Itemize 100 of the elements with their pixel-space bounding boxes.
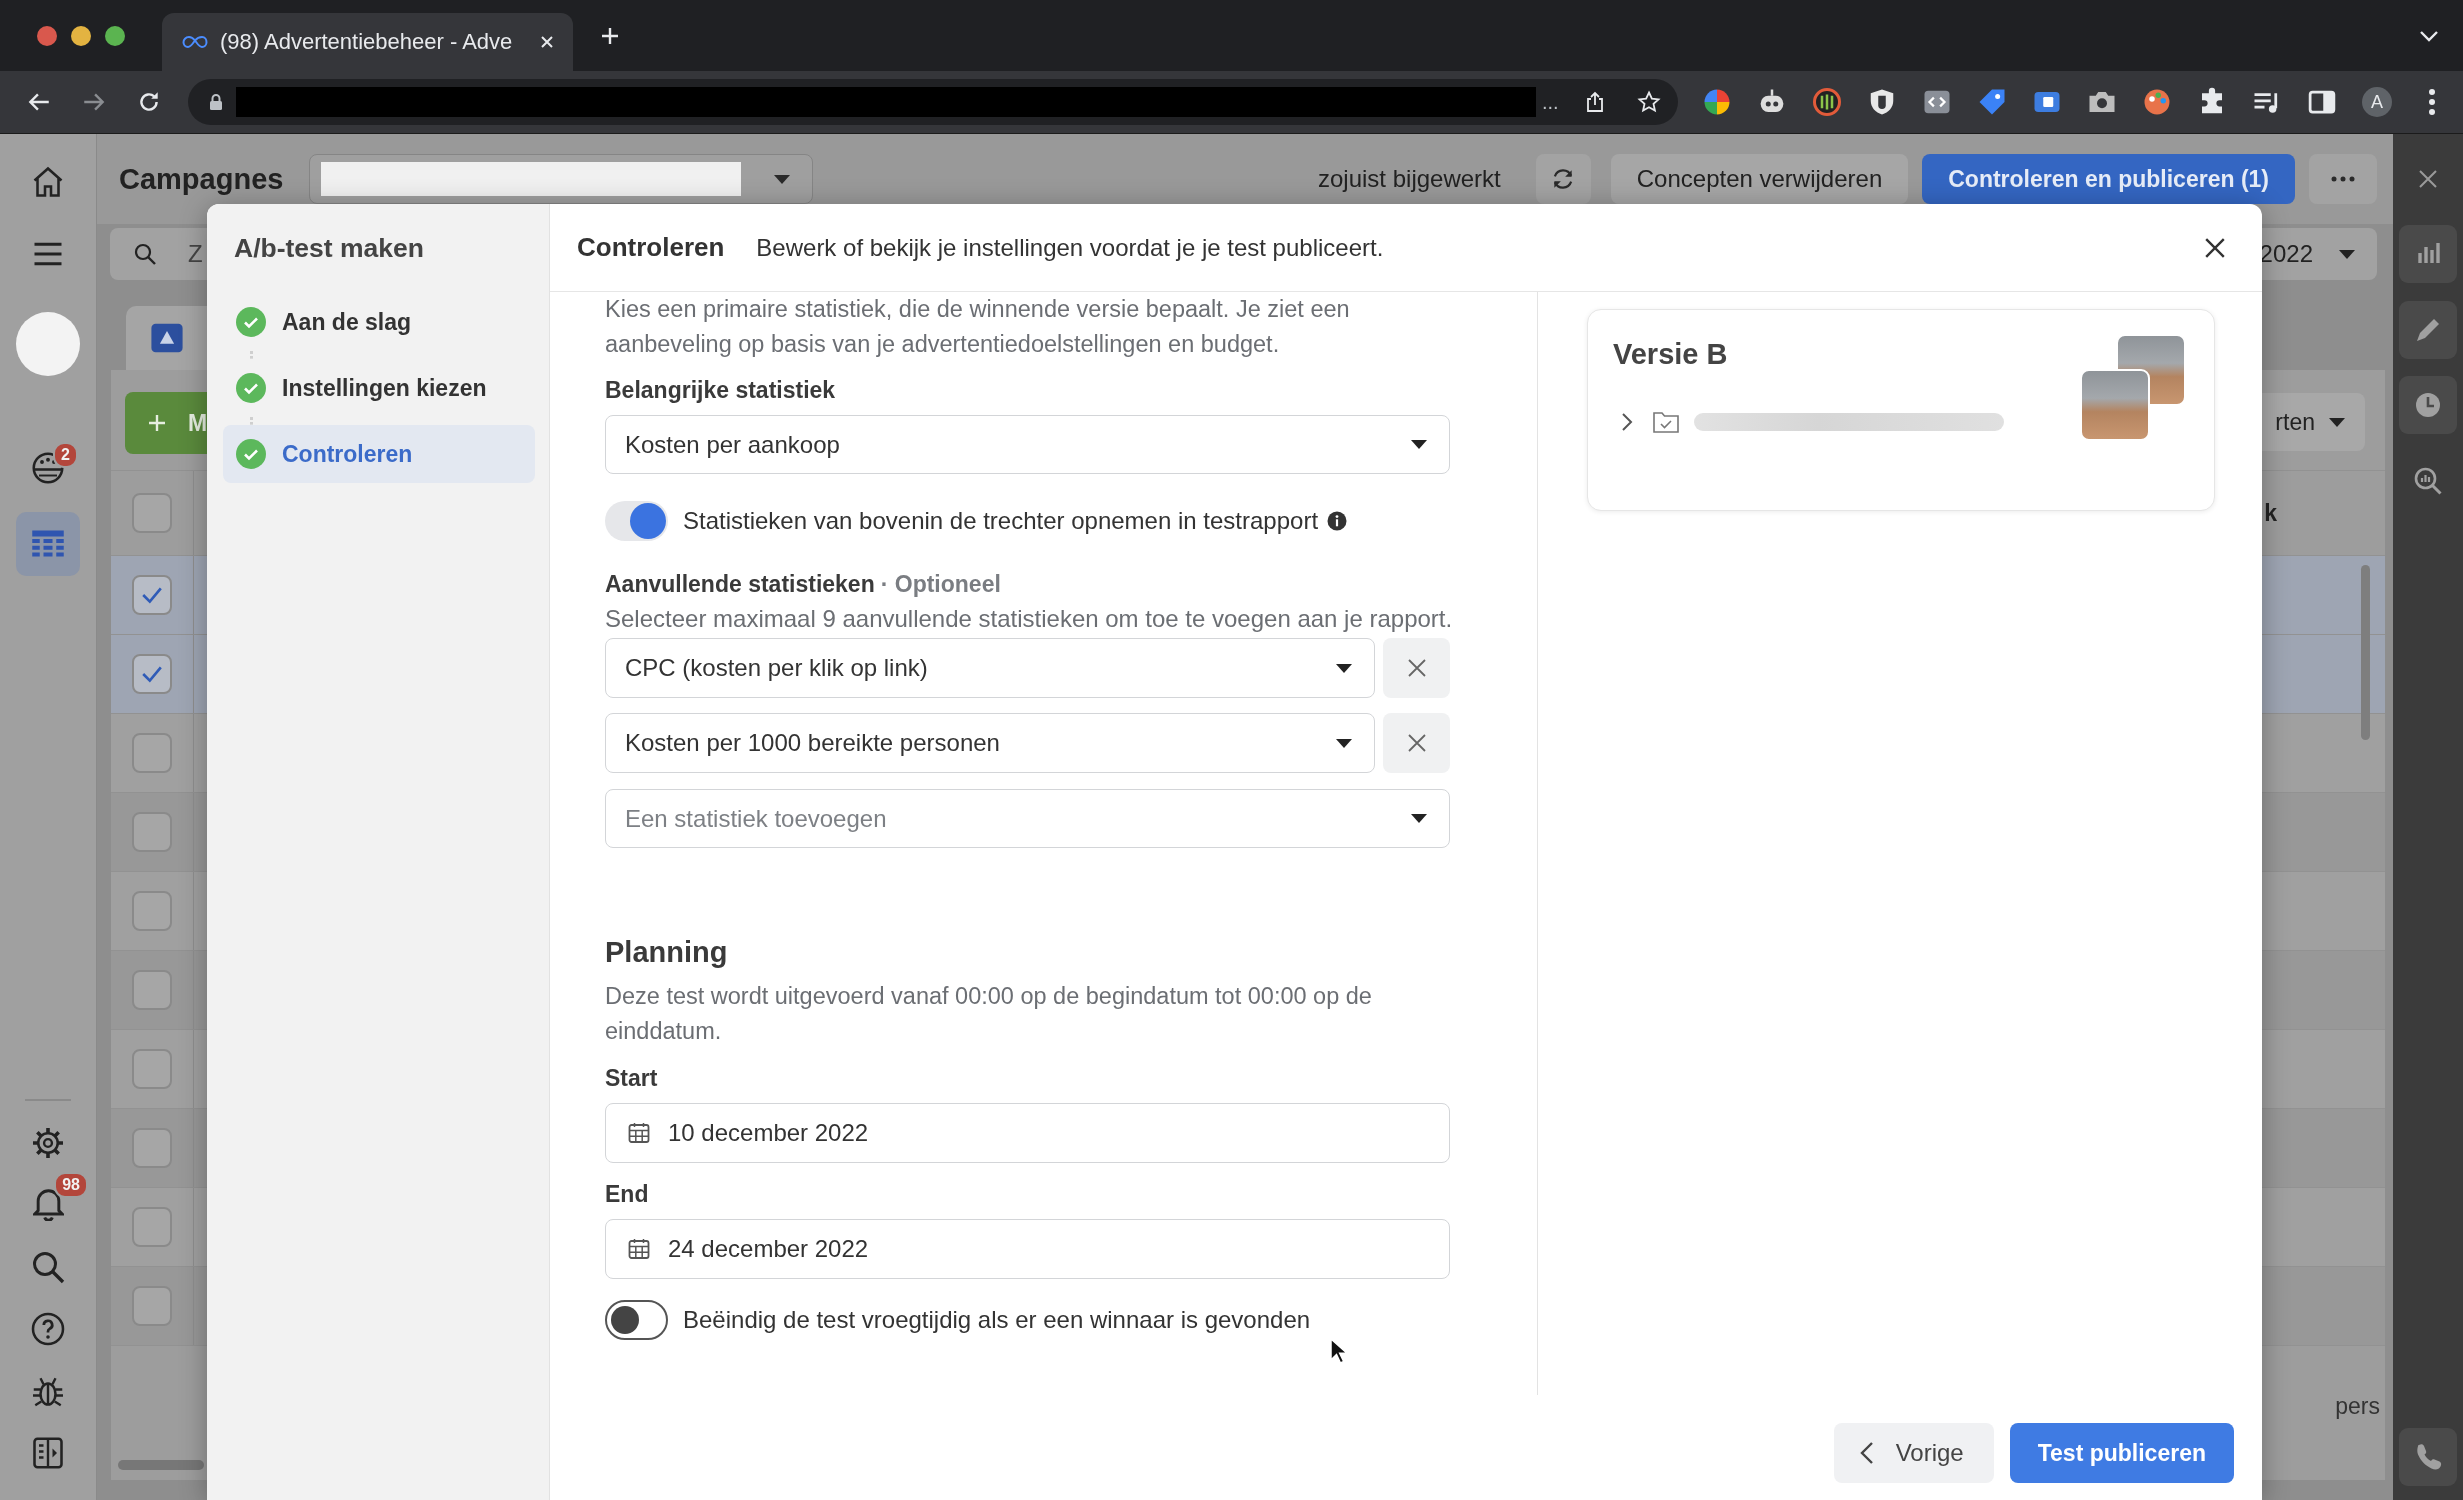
- step-connector: [250, 351, 253, 359]
- metric-select[interactable]: Kosten per 1000 bereikte personen: [605, 713, 1375, 773]
- add-metric-select[interactable]: Een statistiek toevoegen: [605, 789, 1450, 848]
- calendar-icon: [627, 1237, 651, 1261]
- tag-icon[interactable]: [1977, 87, 2007, 117]
- row-checkbox[interactable]: [132, 1207, 172, 1247]
- close-icon: [1406, 733, 1427, 753]
- checkmark-icon: [141, 665, 163, 683]
- caret-down-icon: [1411, 440, 1427, 449]
- url-ellipsis: ...: [1542, 90, 1559, 114]
- start-date-field[interactable]: 10 december 2022: [605, 1103, 1450, 1163]
- back-button[interactable]: Vorige: [1833, 1423, 1994, 1483]
- caret-down-icon: [2329, 417, 2345, 427]
- chevron-down-icon[interactable]: [2419, 29, 2439, 42]
- dialog-sidebar-title: A/b-test maken: [233, 231, 425, 265]
- version-title: Versie B: [1613, 337, 1728, 372]
- metric-select[interactable]: CPC (kosten per klik op link): [605, 638, 1375, 698]
- star-icon[interactable]: [1637, 90, 1661, 114]
- bell-icon[interactable]: [32, 1189, 64, 1221]
- horizontal-scrollbar-thumb[interactable]: [118, 1460, 204, 1470]
- new-tab-icon[interactable]: [600, 25, 620, 46]
- clock-icon[interactable]: [2399, 376, 2457, 434]
- field-label: Aanvullende statistieken: [605, 571, 875, 597]
- step-item[interactable]: Controleren: [223, 425, 535, 483]
- info-icon[interactable]: [1327, 511, 1348, 531]
- dialog-title: Controleren: [577, 232, 725, 263]
- intro-text: Kies een primaire statistiek, die de winnende versie bepaalt. Je ziet een aanbeveling op basis van je advertentiedoelstellingen en budget.: [605, 295, 1351, 359]
- chevron-left-icon: [1859, 1441, 1874, 1465]
- checkmark-icon: [141, 586, 163, 604]
- profile-avatar[interactable]: A: [2362, 87, 2392, 117]
- calendar-icon: [627, 1121, 651, 1145]
- phone-icon[interactable]: [2399, 1428, 2457, 1486]
- search-chart-icon[interactable]: [2413, 466, 2443, 496]
- window-close-button[interactable]: [37, 25, 57, 46]
- row-checkbox[interactable]: [132, 891, 172, 931]
- color-wheel-icon[interactable]: [1702, 87, 1732, 117]
- row-checkbox[interactable]: [132, 1286, 172, 1326]
- campaigns-tab[interactable]: [126, 306, 208, 370]
- discard-drafts-button[interactable]: Concepten verwijderen: [1610, 154, 1909, 204]
- refresh-button[interactable]: [1535, 154, 1591, 204]
- lock-icon: [209, 93, 223, 111]
- row-checkbox[interactable]: [132, 733, 172, 773]
- vertical-scrollbar-thumb[interactable]: [2361, 565, 2370, 740]
- window-zoom-button[interactable]: [105, 25, 125, 46]
- update-status-text: zojuist bijgewerkt: [1318, 165, 1501, 193]
- search-icon: [133, 242, 157, 266]
- window-minimize-button[interactable]: [71, 25, 91, 46]
- campaign-dropdown[interactable]: [309, 154, 814, 204]
- palette-icon[interactable]: [2142, 87, 2172, 117]
- folder-check-icon: [1652, 410, 1680, 434]
- bar-chart-icon[interactable]: [2399, 225, 2457, 283]
- pencil-icon[interactable]: [2399, 301, 2457, 359]
- more-dots-icon: [2331, 176, 2355, 182]
- plus-icon: [148, 414, 166, 432]
- browser-tab[interactable]: (98) Advertentiebeheer - Adve: [162, 13, 573, 71]
- close-tab-icon[interactable]: [539, 34, 555, 50]
- field-label: End: [605, 1180, 650, 1209]
- row-checkbox[interactable]: [132, 575, 172, 615]
- remove-button[interactable]: [1383, 638, 1450, 698]
- column-heading[interactable]: k: [2264, 499, 2277, 527]
- section-heading: Planning: [605, 935, 729, 970]
- address-bar[interactable]: ...: [188, 79, 1678, 125]
- infinity-logo-icon: [182, 35, 208, 49]
- toggle-switch[interactable]: [605, 501, 668, 541]
- row-checkbox[interactable]: [132, 970, 172, 1010]
- chevron-right-icon[interactable]: [1621, 412, 1633, 432]
- table-icon[interactable]: [16, 512, 80, 576]
- row-checkbox[interactable]: [132, 1049, 172, 1089]
- caret-down-icon: [1336, 663, 1352, 673]
- row-checkbox[interactable]: [132, 654, 172, 694]
- toggle-label: Beëindig de test vroegtijdig als er een winnaar is gevonden: [683, 1306, 1311, 1334]
- caret-down-icon: [2339, 249, 2355, 259]
- page-title: Campagnes: [119, 162, 284, 196]
- planning-description: Deze test wordt uitgevoerd vanaf 00:00 op de begindatum tot 00:00 op de einddatum.: [605, 982, 1373, 1046]
- step-item[interactable]: Instellingen kiezen: [223, 359, 535, 417]
- notification-badge: 98: [54, 1172, 88, 1198]
- publish-test-button[interactable]: Test publiceren: [2009, 1423, 2234, 1483]
- row-checkbox[interactable]: [132, 812, 172, 852]
- toggle-label: Statistieken van bovenin de trechter opnemen in testrapport: [683, 507, 1319, 535]
- toggle-switch[interactable]: [605, 1300, 668, 1340]
- hint-text: Selecteer maximaal 9 aanvullende statistieken om toe te voegen aan je rapport.: [605, 604, 1450, 634]
- key-metric-select[interactable]: Kosten per aankoop: [605, 415, 1450, 474]
- close-icon[interactable]: [2204, 236, 2226, 259]
- step-item[interactable]: Aan de slag: [223, 293, 535, 351]
- more-menu-icon[interactable]: [2427, 87, 2437, 117]
- remove-button[interactable]: [1383, 713, 1450, 773]
- row-checkbox[interactable]: [132, 1128, 172, 1168]
- end-date-field[interactable]: 24 december 2022: [605, 1219, 1450, 1279]
- optional-label: · Optioneel: [880, 571, 1001, 597]
- campaign-folder-icon: [150, 321, 184, 355]
- select-all-checkbox[interactable]: [132, 493, 172, 533]
- settings-icon[interactable]: [30, 1125, 66, 1161]
- columns-button[interactable]: rten: [2262, 393, 2365, 451]
- side-panel-icon[interactable]: [30, 1435, 66, 1471]
- publish-button[interactable]: Controleren en publiceren (1): [1922, 154, 2295, 204]
- caret-down-icon: [774, 174, 791, 184]
- search-icon[interactable]: [30, 1249, 66, 1285]
- striped-circle-icon[interactable]: [1812, 87, 1842, 117]
- close-icon: [1406, 658, 1427, 678]
- help-icon[interactable]: [30, 1311, 66, 1347]
